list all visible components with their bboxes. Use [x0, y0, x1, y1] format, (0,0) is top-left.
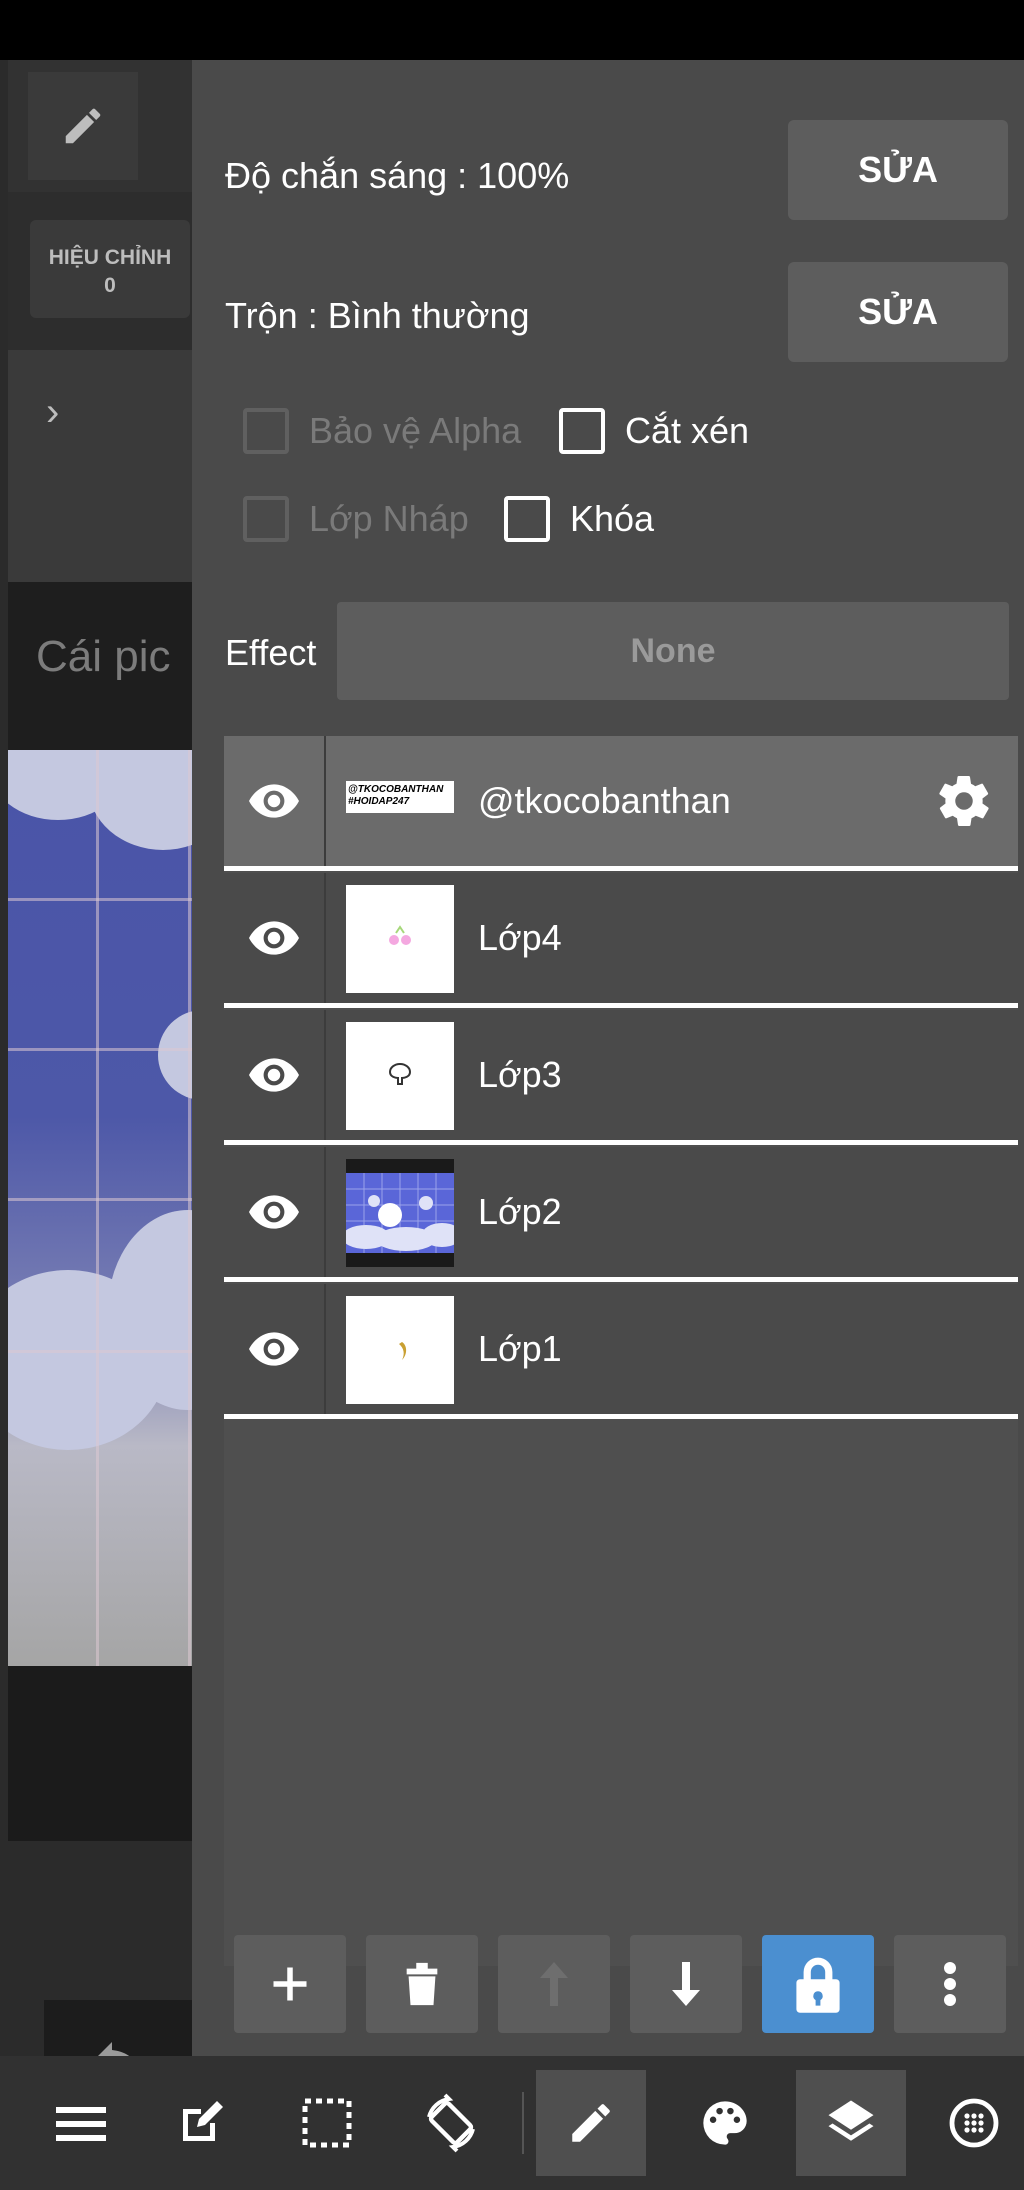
- eye-icon[interactable]: [244, 1319, 304, 1379]
- hieu-chinh-value: 0: [104, 274, 116, 297]
- blend-mode-label: Trộn : Bình thường: [225, 295, 530, 336]
- layer-divider: [324, 873, 326, 1003]
- alpha-protect-checkbox[interactable]: Bảo vệ Alpha: [243, 408, 521, 454]
- trash-icon: [406, 1962, 438, 2006]
- layer-item[interactable]: Lớp1: [224, 1284, 1018, 1419]
- blend-mode-edit-button[interactable]: SỬA: [788, 262, 1008, 362]
- layer-thumbnail: [346, 1159, 454, 1267]
- lock-label: Khóa: [570, 498, 655, 539]
- checkbox-box: [559, 408, 605, 454]
- layer-name: @tkocobanthan: [478, 780, 731, 821]
- more-vertical-icon: [944, 1962, 956, 2006]
- navigator-icon[interactable]: [924, 2070, 1024, 2176]
- alpha-protect-label: Bảo vệ Alpha: [309, 410, 522, 451]
- gear-icon[interactable]: [934, 771, 994, 831]
- draft-layer-checkbox[interactable]: Lớp Nháp: [243, 496, 469, 542]
- layer-item[interactable]: Lớp2: [224, 1147, 1018, 1282]
- layer-name: Lớp4: [478, 917, 562, 958]
- eye-icon[interactable]: [244, 908, 304, 968]
- watermark-thumbnail-text: @TKOCOBANTHAN #HOIDAP247: [348, 784, 444, 807]
- layer-name: Lớp2: [478, 1191, 562, 1232]
- rotate-icon[interactable]: [396, 2070, 506, 2176]
- layer-item[interactable]: Lớp4: [224, 873, 1018, 1008]
- opacity-edit-button[interactable]: SỬA: [788, 120, 1008, 220]
- eye-icon[interactable]: [244, 1182, 304, 1242]
- move-layer-up-button[interactable]: [498, 1935, 610, 2033]
- hieu-chinh-label: HIỆU CHỈNH: [48, 246, 172, 269]
- layer-name: Lớp3: [478, 1054, 562, 1095]
- layer-list: @TKOCOBANTHAN #HOIDAP247 @tkocobanthan L…: [224, 736, 1018, 1966]
- move-layer-down-button[interactable]: [630, 1935, 742, 2033]
- checkbox-box: [243, 408, 289, 454]
- background-toolbar: [8, 60, 192, 192]
- layer-item[interactable]: @TKOCOBANTHAN #HOIDAP247 @tkocobanthan: [224, 736, 1018, 871]
- effect-label: Effect: [225, 632, 317, 673]
- menu-icon[interactable]: [26, 2070, 136, 2176]
- status-bar: [0, 0, 1024, 60]
- eye-icon[interactable]: [244, 771, 304, 831]
- palette-icon[interactable]: [670, 2070, 780, 2176]
- opacity-label: Độ chắn sáng : 100%: [225, 155, 570, 196]
- layer-divider: [324, 1147, 326, 1277]
- layer-thumbnail: [346, 885, 454, 993]
- background-document-text: Cái pic: [36, 632, 171, 681]
- eye-icon[interactable]: [244, 1045, 304, 1105]
- effect-select-button[interactable]: None: [337, 602, 1009, 700]
- background-dark-area: [8, 1666, 192, 1841]
- add-layer-button[interactable]: [234, 1935, 346, 2033]
- background-arrow-row: [8, 350, 192, 582]
- background-hieu-chinh: HIỆU CHỈNH 0: [30, 220, 190, 318]
- lock-icon: [796, 1957, 840, 2013]
- layer-divider: [324, 736, 326, 866]
- layer-thumbnail: @TKOCOBANTHAN #HOIDAP247: [346, 781, 454, 813]
- undo-button[interactable]: [44, 2000, 192, 2056]
- layer-name: Lớp1: [478, 1328, 562, 1369]
- brush-icon[interactable]: [536, 2070, 646, 2176]
- clipping-label: Cắt xén: [625, 410, 750, 451]
- checkbox-box: [243, 496, 289, 542]
- layer-panel: Độ chắn sáng : 100% SỬA Trộn : Bình thườ…: [192, 60, 1024, 2056]
- arrow-down-icon: [672, 1962, 700, 2006]
- draft-layer-label: Lớp Nháp: [309, 498, 469, 539]
- selection-icon[interactable]: [272, 2070, 382, 2176]
- bottom-toolbar: [0, 2056, 1024, 2190]
- delete-layer-button[interactable]: [366, 1935, 478, 2033]
- lock-checkbox[interactable]: Khóa: [504, 496, 654, 542]
- clipping-checkbox[interactable]: Cắt xén: [559, 408, 749, 454]
- layer-divider: [324, 1010, 326, 1140]
- layers-icon[interactable]: [796, 2070, 906, 2176]
- chevron-right-icon: ›: [46, 390, 60, 434]
- edit-icon[interactable]: [146, 2070, 256, 2176]
- undo-icon: [98, 2042, 129, 2056]
- background-pen-tool-icon: [28, 72, 138, 180]
- checkbox-box: [504, 496, 550, 542]
- layer-divider: [324, 1284, 326, 1414]
- more-options-button[interactable]: [894, 1935, 1006, 2033]
- layer-thumbnail: [346, 1296, 454, 1404]
- background-canvas-image: [8, 750, 192, 1666]
- toolbar-divider: [522, 2092, 524, 2154]
- background-canvas-app: HIỆU CHỈNH 0 › Cái pic: [0, 60, 192, 2056]
- lock-layer-button[interactable]: [762, 1935, 874, 2033]
- layer-item[interactable]: Lớp3: [224, 1010, 1018, 1145]
- plus-icon: [273, 1967, 307, 2001]
- layer-thumbnail: [346, 1022, 454, 1130]
- arrow-up-icon: [540, 1962, 568, 2006]
